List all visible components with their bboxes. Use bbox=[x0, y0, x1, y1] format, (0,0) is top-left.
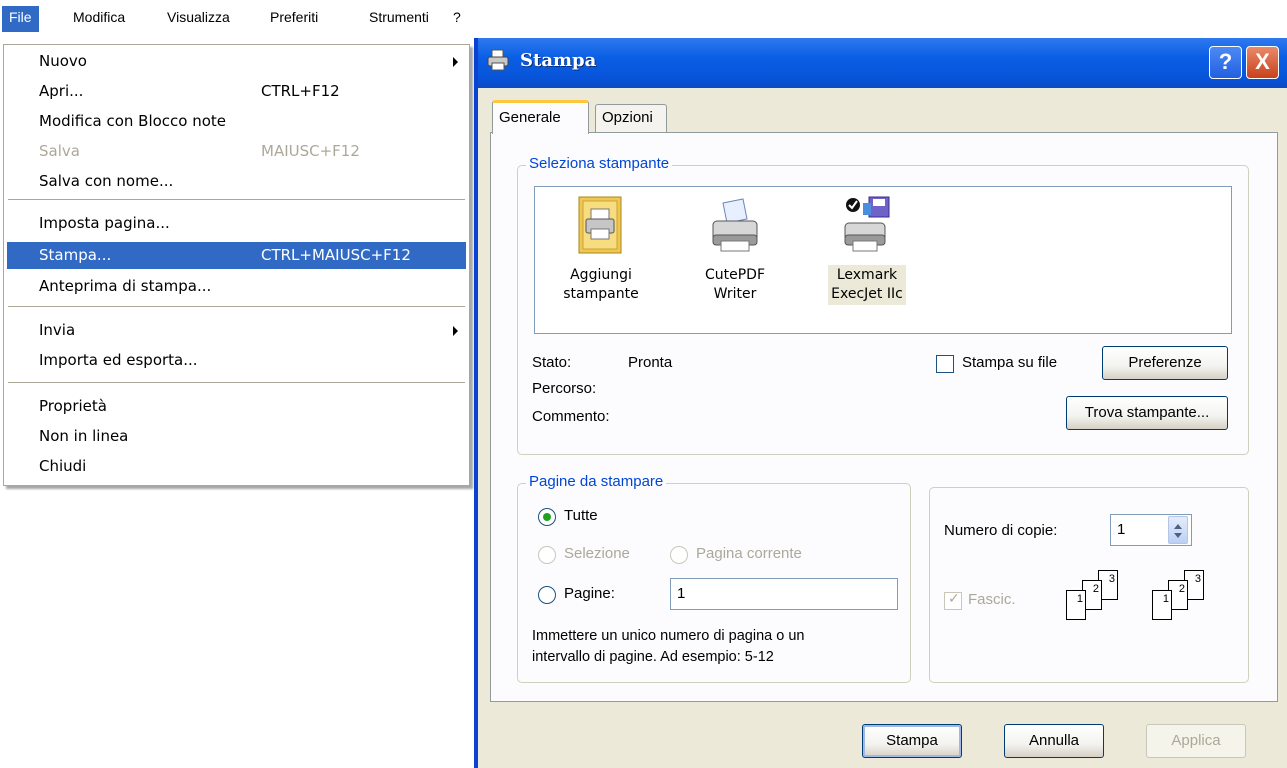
comment-label: Commento: bbox=[532, 408, 610, 425]
printer-add[interactable]: Aggiungi stampante bbox=[549, 195, 653, 305]
printer-label: Aggiungi stampante bbox=[563, 267, 639, 302]
spin-down-icon bbox=[1174, 533, 1182, 538]
file-menu: Nuovo Apri... CTRL+F12 Modifica con Bloc… bbox=[3, 44, 470, 486]
menu-item-label: Invia bbox=[39, 321, 76, 339]
menu-separator bbox=[8, 382, 465, 384]
dialog-titlebar[interactable]: Stampa ? X bbox=[478, 38, 1287, 88]
apply-button[interactable]: Applica bbox=[1146, 724, 1246, 758]
menu-item-label: Proprietà bbox=[39, 397, 107, 415]
menu-separator bbox=[8, 199, 465, 201]
select-printer-group: Seleziona stampante Aggiungi stampante C… bbox=[517, 155, 1249, 455]
menu-item-label: Stampa... bbox=[39, 246, 112, 264]
printer-lexmark[interactable]: Lexmark ExecJet IIc bbox=[815, 195, 919, 305]
menu-item-salva[interactable]: Salva MAIUSC+F12 bbox=[7, 138, 466, 165]
printer-label: CutePDF Writer bbox=[704, 267, 766, 302]
menu-preferiti[interactable]: Preferiti bbox=[263, 6, 325, 32]
menu-item-importa-esporta[interactable]: Importa ed esporta... bbox=[7, 347, 466, 374]
dialog-title: Stampa bbox=[520, 50, 597, 71]
print-to-file-label: Stampa su file bbox=[962, 354, 1058, 371]
menu-item-label: Apri... bbox=[39, 82, 84, 100]
menu-bar: File Modifica Visualizza Preferiti Strum… bbox=[0, 0, 1287, 36]
menu-item-label: Modifica con Blocco note bbox=[39, 112, 227, 130]
add-printer-icon bbox=[578, 196, 622, 254]
menu-item-modifica-blocco-note[interactable]: Modifica con Blocco note bbox=[7, 108, 466, 135]
menu-item-label: Nuovo bbox=[39, 52, 87, 70]
collate-checkbox[interactable]: ✓ bbox=[944, 591, 962, 610]
menu-help[interactable]: ? bbox=[446, 6, 468, 32]
menu-visualizza[interactable]: Visualizza bbox=[160, 6, 237, 32]
radio-pagina-corrente-label: Pagina corrente bbox=[696, 545, 802, 562]
group-legend: Seleziona stampante bbox=[526, 155, 673, 172]
copies-group: Numero di copie: 1 ✓ Fascic. 3 2 1 3 2 1 bbox=[929, 487, 1249, 683]
print-button[interactable]: Stampa bbox=[862, 724, 962, 758]
menu-item-label: Salva bbox=[39, 142, 80, 160]
path-label: Percorso: bbox=[532, 380, 597, 397]
menu-item-proprieta[interactable]: Proprietà bbox=[7, 393, 466, 420]
printer-icon bbox=[487, 49, 509, 71]
menu-item-chiudi[interactable]: Chiudi bbox=[7, 453, 466, 480]
default-printer-icon bbox=[844, 196, 890, 252]
menu-separator bbox=[8, 306, 465, 308]
spin-up-icon bbox=[1174, 524, 1182, 529]
radio-pagina-corrente[interactable] bbox=[670, 546, 688, 564]
menu-item-nuovo[interactable]: Nuovo bbox=[7, 48, 466, 75]
tab-opzioni[interactable]: Opzioni bbox=[595, 104, 667, 134]
close-button[interactable]: X bbox=[1246, 46, 1279, 79]
print-to-file-checkbox[interactable] bbox=[936, 355, 954, 373]
collate-illustration-1: 3 2 1 bbox=[1064, 570, 1134, 626]
tab-panel: Seleziona stampante Aggiungi stampante C… bbox=[490, 132, 1278, 702]
collate-page: 1 bbox=[1152, 590, 1172, 620]
radio-tutte[interactable] bbox=[538, 508, 556, 526]
check-mark-icon: ✓ bbox=[948, 591, 960, 607]
menu-file[interactable]: File bbox=[2, 6, 39, 32]
printer-icon bbox=[712, 198, 758, 252]
copies-count-label: Numero di copie: bbox=[944, 522, 1058, 539]
menu-item-label: Anteprima di stampa... bbox=[39, 277, 212, 295]
page-range-group: Pagine da stampare Tutte Selezione Pagin… bbox=[517, 473, 911, 683]
menu-item-shortcut: CTRL+MAIUSC+F12 bbox=[261, 246, 411, 264]
menu-item-shortcut: CTRL+F12 bbox=[261, 82, 340, 100]
printer-list[interactable]: Aggiungi stampante CutePDF Writer Lexmar… bbox=[534, 186, 1232, 334]
submenu-arrow-icon bbox=[453, 57, 458, 67]
menu-item-salva-con-nome[interactable]: Salva con nome... bbox=[7, 168, 466, 195]
tab-generale[interactable]: Generale bbox=[492, 100, 589, 134]
menu-item-label: Salva con nome... bbox=[39, 172, 174, 190]
page-range-hint: Immettere un unico numero di pagina o un… bbox=[532, 628, 805, 665]
find-printer-button[interactable]: Trova stampante... bbox=[1066, 396, 1228, 430]
radio-tutte-label: Tutte bbox=[564, 507, 598, 524]
cancel-button[interactable]: Annulla bbox=[1004, 724, 1104, 758]
radio-selezione[interactable] bbox=[538, 546, 556, 564]
menu-item-anteprima-stampa[interactable]: Anteprima di stampa... bbox=[7, 273, 466, 300]
collate-label: Fascic. bbox=[968, 591, 1016, 608]
print-dialog: Stampa ? X Generale Opzioni Seleziona st… bbox=[474, 38, 1287, 768]
collate-page: 1 bbox=[1066, 590, 1086, 620]
menu-item-label: Non in linea bbox=[39, 427, 129, 445]
menu-item-imposta-pagina[interactable]: Imposta pagina... bbox=[7, 210, 466, 237]
menu-item-shortcut: MAIUSC+F12 bbox=[261, 142, 360, 160]
menu-item-apri[interactable]: Apri... CTRL+F12 bbox=[7, 78, 466, 105]
status-label: Stato: bbox=[532, 354, 572, 371]
printer-label: Lexmark ExecJet IIc bbox=[828, 265, 906, 305]
menu-item-label: Chiudi bbox=[39, 457, 87, 475]
menu-item-invia[interactable]: Invia bbox=[7, 317, 466, 344]
printer-cutepdf[interactable]: CutePDF Writer bbox=[683, 195, 787, 305]
radio-pagine-label: Pagine: bbox=[564, 585, 615, 602]
radio-selected-dot bbox=[543, 513, 551, 521]
menu-item-label: Importa ed esporta... bbox=[39, 351, 198, 369]
radio-selezione-label: Selezione bbox=[564, 545, 630, 562]
help-button[interactable]: ? bbox=[1209, 46, 1242, 79]
menu-item-stampa[interactable]: Stampa... CTRL+MAIUSC+F12 bbox=[7, 242, 466, 269]
menu-strumenti[interactable]: Strumenti bbox=[362, 6, 436, 32]
preferences-button[interactable]: Preferenze bbox=[1102, 346, 1228, 380]
group-legend: Pagine da stampare bbox=[526, 473, 667, 490]
copies-spinner[interactable] bbox=[1168, 516, 1188, 544]
pages-input[interactable]: 1 bbox=[670, 578, 898, 610]
submenu-arrow-icon bbox=[453, 326, 458, 336]
menu-item-non-in-linea[interactable]: Non in linea bbox=[7, 423, 466, 450]
menu-modifica[interactable]: Modifica bbox=[66, 6, 132, 32]
menu-item-label: Imposta pagina... bbox=[39, 214, 170, 232]
status-value: Pronta bbox=[628, 354, 673, 371]
collate-illustration-2: 3 2 1 bbox=[1150, 570, 1220, 626]
radio-pagine[interactable] bbox=[538, 586, 556, 604]
